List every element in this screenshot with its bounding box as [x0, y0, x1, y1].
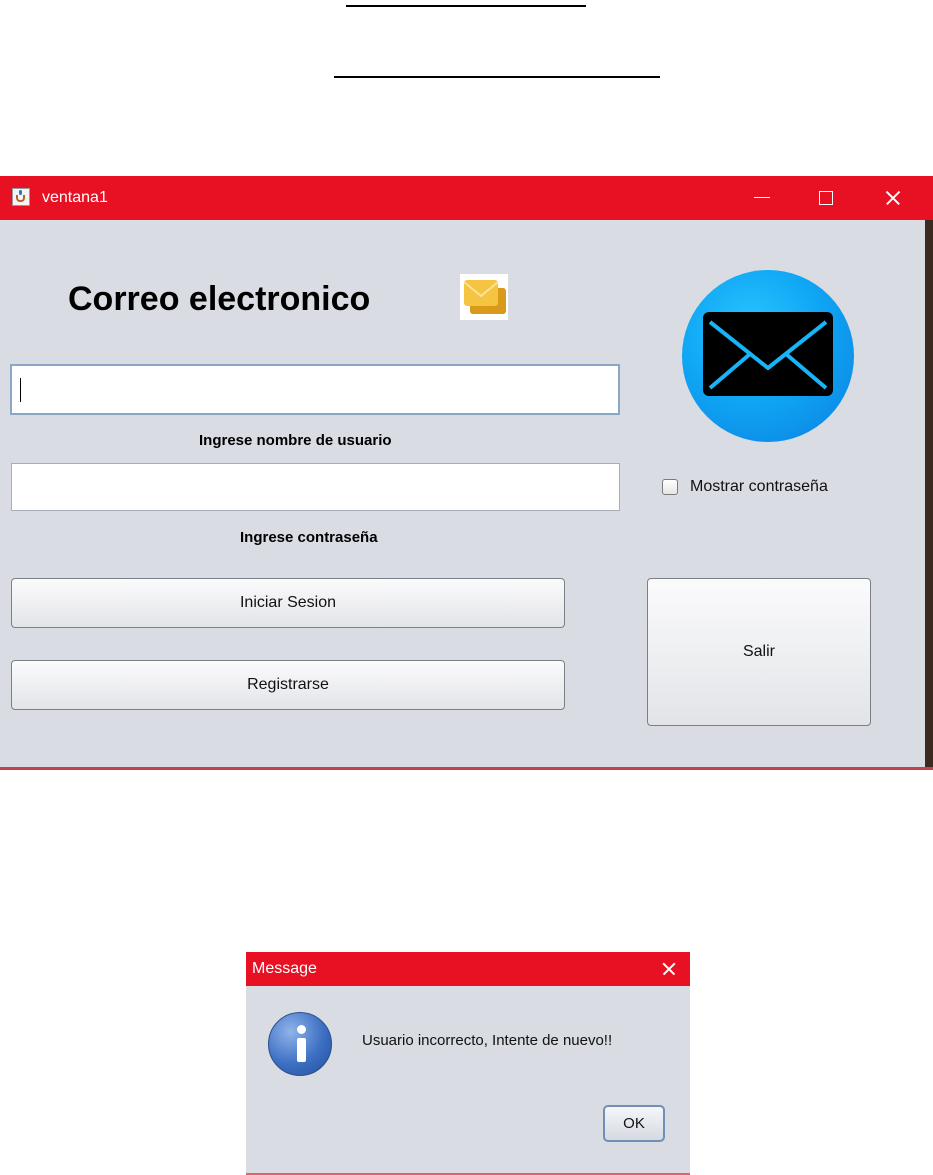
dialog-title: Message: [252, 960, 317, 977]
document-rule-bottom: [334, 76, 660, 78]
username-label: Ingrese nombre de usuario: [199, 432, 392, 449]
window-edge: [925, 220, 933, 767]
info-icon: [268, 1012, 332, 1076]
maximize-button[interactable]: [794, 176, 858, 220]
envelope-circle-icon: [682, 270, 854, 442]
login-button[interactable]: Iniciar Sesion: [11, 578, 565, 628]
register-button[interactable]: Registrarse: [11, 660, 565, 710]
exit-button[interactable]: Salir: [647, 578, 871, 726]
password-label: Ingrese contraseña: [240, 529, 378, 546]
window-titlebar[interactable]: ventana1: [0, 176, 933, 220]
mail-stack-icon: [460, 274, 508, 320]
java-app-icon: [12, 188, 30, 206]
dialog-close-button[interactable]: [648, 952, 690, 986]
show-password-checkbox[interactable]: [662, 479, 678, 495]
page-title: Correo electronico: [68, 280, 371, 318]
show-password-toggle[interactable]: Mostrar contraseña: [662, 478, 828, 496]
dialog-titlebar[interactable]: Message: [246, 952, 690, 986]
password-input[interactable]: [11, 463, 620, 511]
window-title: ventana1: [42, 189, 108, 206]
dialog-message: Usuario incorrecto, Intente de nuevo!!: [362, 1032, 613, 1049]
text-caret: [20, 378, 21, 402]
username-input[interactable]: [10, 364, 620, 415]
show-password-label: Mostrar contraseña: [690, 478, 828, 495]
ok-button[interactable]: OK: [603, 1105, 665, 1142]
message-dialog: Message Usuario incorrecto, Intente de n…: [246, 952, 690, 1175]
document-rule-top: [346, 5, 586, 7]
minimize-button[interactable]: [730, 176, 794, 220]
login-window: ventana1 Correo electronico Ingrese nomb…: [0, 176, 933, 770]
close-button[interactable]: [860, 176, 924, 220]
